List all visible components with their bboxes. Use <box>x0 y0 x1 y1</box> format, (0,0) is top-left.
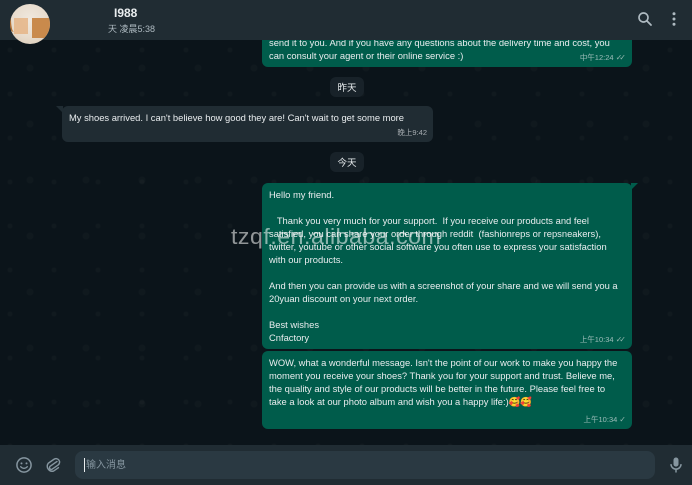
more-vertical-icon[interactable] <box>665 10 683 28</box>
avatar-pixelated-area <box>32 18 50 38</box>
message-list[interactable]: send it to you. And if you have any ques… <box>0 40 692 445</box>
avatar-pixelated-area <box>14 18 28 34</box>
contact-last-seen: 天 凌晨5:38 <box>108 24 156 34</box>
composer-bar <box>0 445 692 485</box>
contact-name[interactable]: I988 <box>114 6 137 20</box>
message-meta: 上午10:34 ✓ <box>584 413 626 426</box>
message-text: My shoes arrived. I can't believe how go… <box>69 112 404 123</box>
text-caret <box>84 458 85 472</box>
message-meta: 上午10:34 ✓✓ <box>580 333 626 346</box>
bubble-tail <box>56 106 63 113</box>
message-text: WOW, what a wonderful message. Isn't the… <box>269 357 620 407</box>
date-divider-yesterday: 昨天 <box>330 77 364 97</box>
double-check-icon: ✓✓ <box>615 335 627 344</box>
paperclip-icon[interactable] <box>43 455 63 475</box>
microphone-icon[interactable] <box>666 455 686 475</box>
check-icon: ✓ <box>619 415 625 424</box>
message-input[interactable] <box>75 451 655 479</box>
message-time: 上午10:34 <box>583 415 618 424</box>
emoji-icon[interactable] <box>14 455 34 475</box>
message-time: 晚上9:42 <box>397 128 427 137</box>
date-divider-label: 今天 <box>337 158 357 169</box>
message-text: Hello my friend. Thank you very much for… <box>269 189 618 343</box>
search-icon[interactable] <box>636 10 654 28</box>
date-divider-label: 昨天 <box>337 83 357 94</box>
message-text: send it to you. And if you have any ques… <box>269 40 613 61</box>
message-bubble-outgoing[interactable]: send it to you. And if you have any ques… <box>262 40 632 67</box>
message-time: 中午12:24 <box>579 53 614 62</box>
message-bubble-incoming[interactable]: My shoes arrived. I can't believe how go… <box>56 106 433 142</box>
message-bubble-outgoing[interactable]: Hello my friend. Thank you very much for… <box>262 183 638 349</box>
chat-header: I988 天 凌晨5:38 <box>0 0 692 44</box>
message-meta: 中午12:24 ✓✓ <box>580 51 626 64</box>
contact-avatar[interactable] <box>10 4 50 44</box>
message-bubble-outgoing[interactable]: WOW, what a wonderful message. Isn't the… <box>262 351 632 429</box>
date-divider-today: 今天 <box>330 152 364 172</box>
double-check-icon: ✓✓ <box>615 53 627 62</box>
message-time: 上午10:34 <box>579 335 614 344</box>
message-meta: 晚上9:42 <box>397 126 427 139</box>
bubble-tail <box>631 183 638 190</box>
